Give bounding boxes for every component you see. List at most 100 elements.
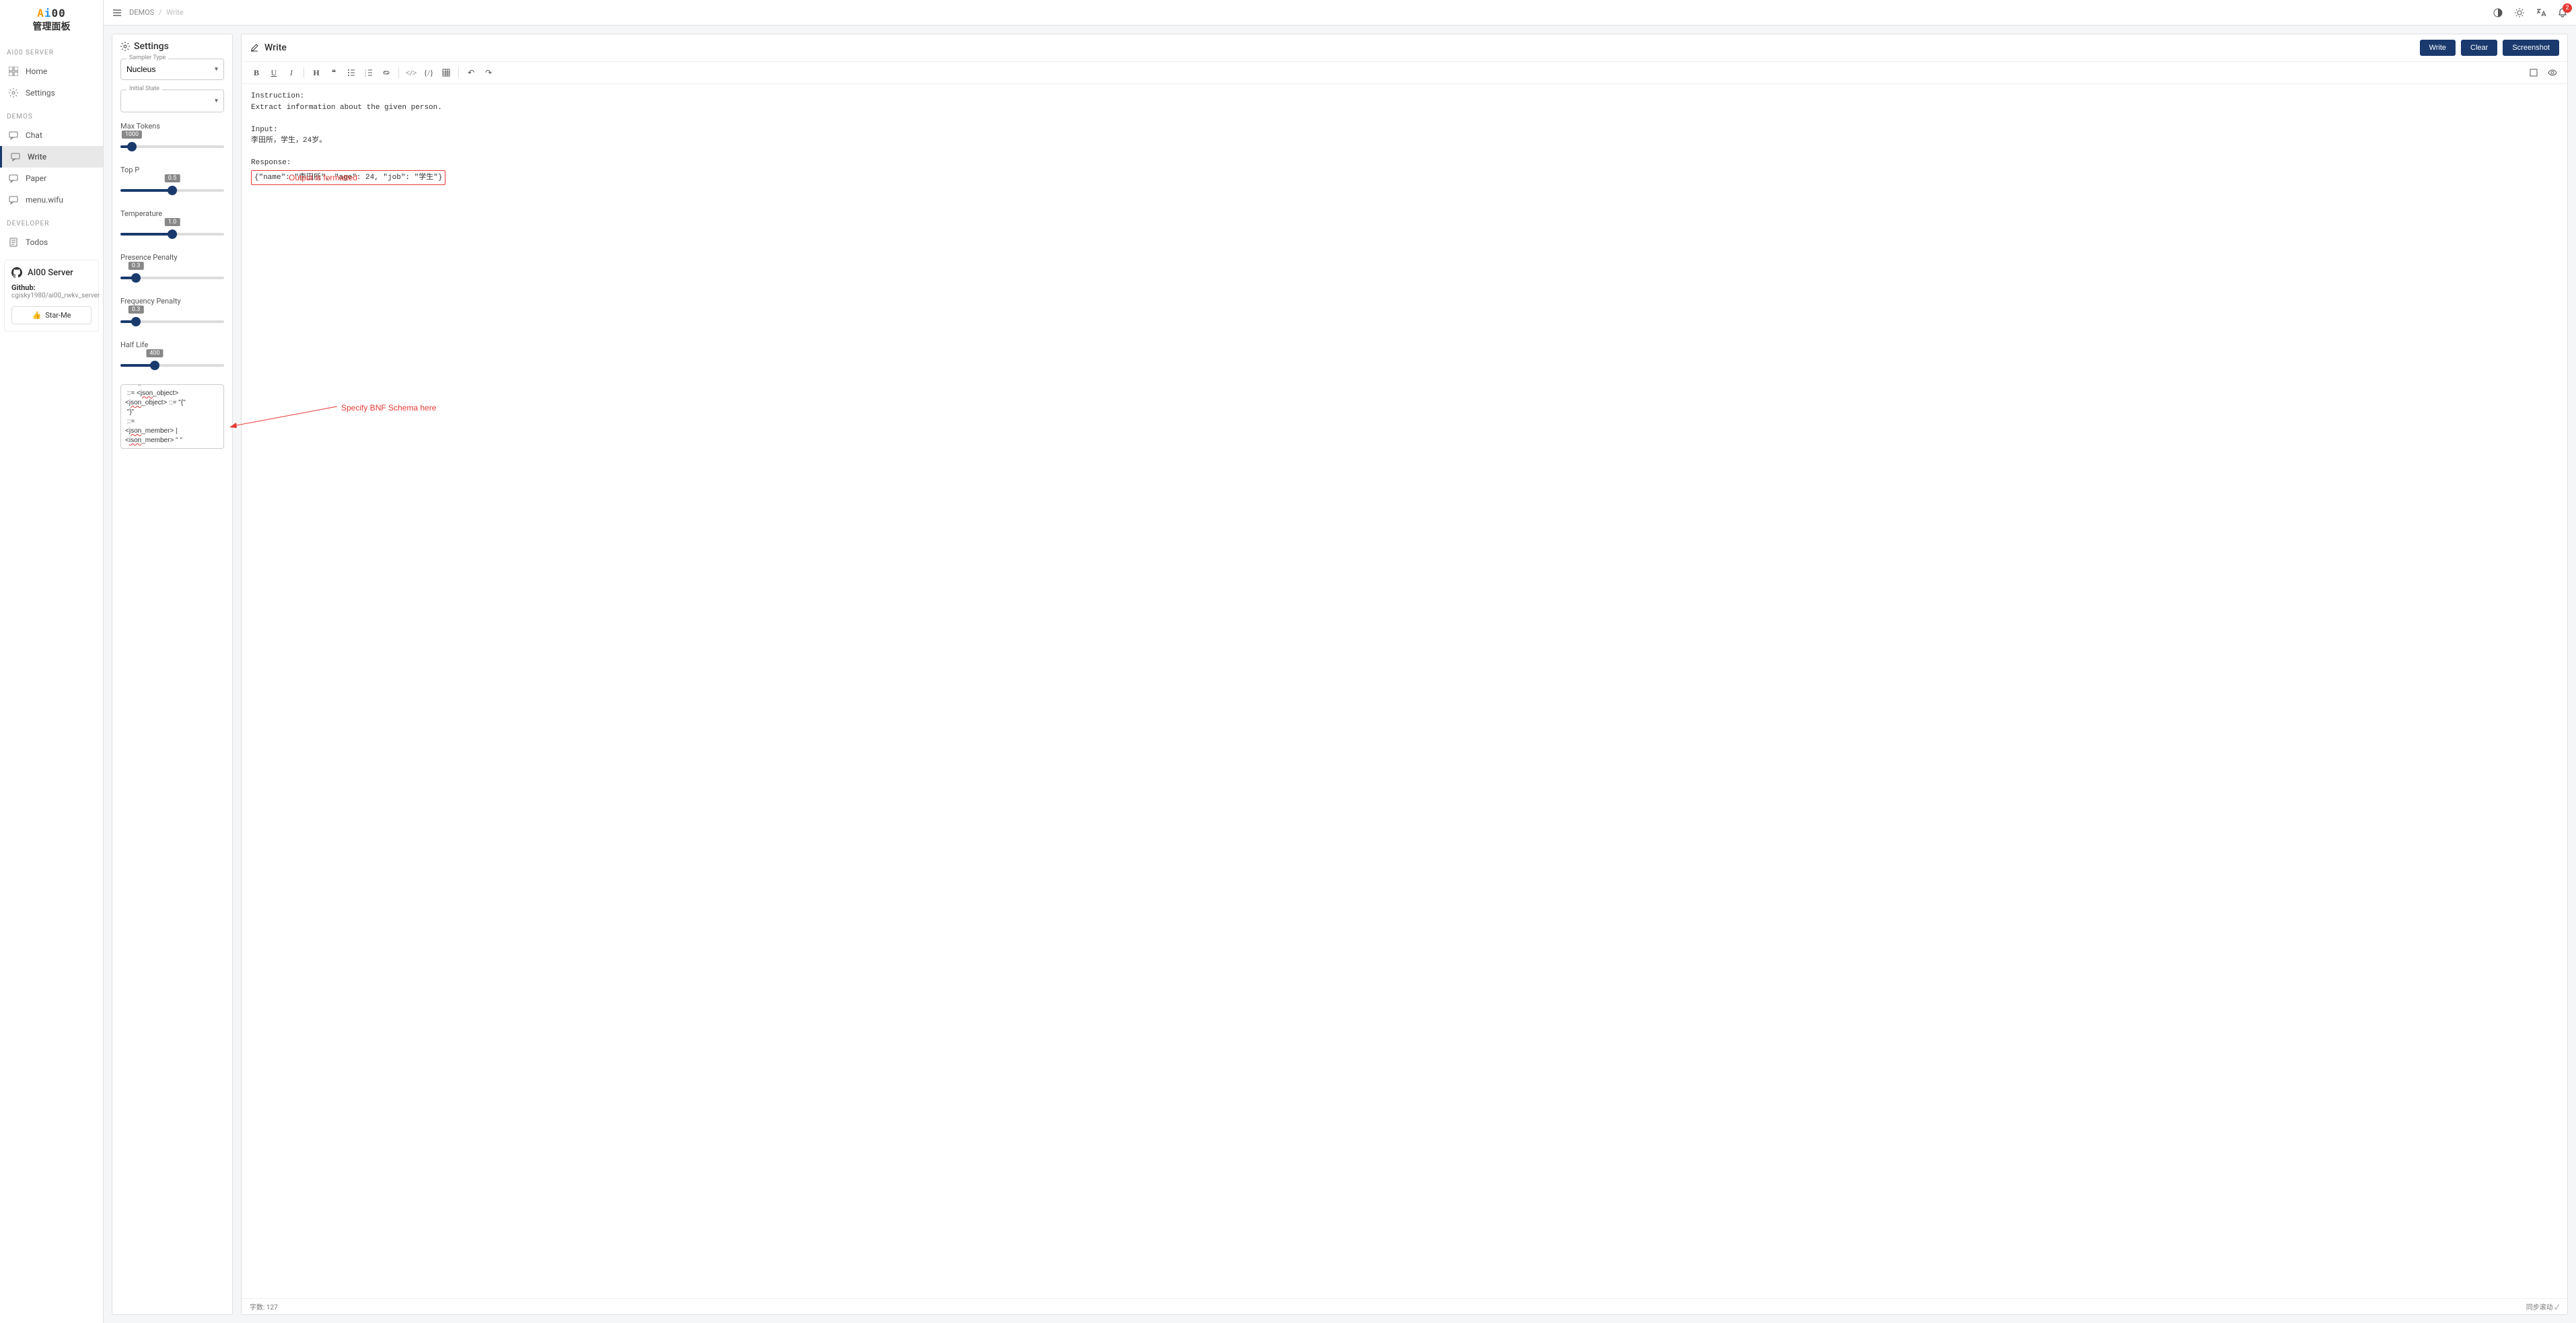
code-icon[interactable]: </> <box>403 65 419 81</box>
initial-state-select[interactable]: Initial State ▾ <box>120 90 224 112</box>
slider-label: Temperature <box>120 209 224 218</box>
link-icon[interactable] <box>378 65 394 81</box>
write-title: Write <box>264 42 287 53</box>
sun-icon[interactable] <box>2514 7 2525 18</box>
github-icon <box>11 267 22 278</box>
sidebar-item-settings[interactable]: Settings <box>0 82 103 104</box>
heading-icon[interactable]: H <box>308 65 324 81</box>
slider-max-tokens: Max Tokens 1000 <box>120 122 224 153</box>
write-button[interactable]: Write <box>2420 40 2456 56</box>
sampler-input[interactable] <box>121 59 223 79</box>
slider-label: Frequency Penalty <box>120 297 224 306</box>
slider-label: Top P <box>120 166 224 174</box>
sidebar-item-chat[interactable]: Chat <box>0 124 103 146</box>
translate-icon[interactable] <box>2536 7 2546 18</box>
slider-track[interactable]: 0.5 <box>120 177 224 197</box>
slider-temperature: Temperature 1.0 <box>120 209 224 241</box>
bold-icon[interactable]: B <box>248 65 264 81</box>
settings-title: Settings <box>134 41 169 52</box>
table-icon[interactable] <box>438 65 454 81</box>
sidebar-section-demos: DEMOS <box>0 109 103 124</box>
gear-icon <box>120 42 130 51</box>
fullscreen-icon[interactable] <box>2526 65 2542 81</box>
sidebar-item-label: Paper <box>26 174 46 183</box>
bnf-schema-field[interactable]: bnf_schema ::= <json_object><json_object… <box>120 384 224 449</box>
breadcrumb: DEMOS / Write <box>129 8 184 17</box>
initial-state-input[interactable] <box>121 90 223 110</box>
annotation-bnf: Specify BNF Schema here <box>341 402 436 414</box>
bell-icon[interactable]: 2 <box>2557 7 2568 18</box>
sidebar-footer: AI00 Server Github: cgisky1980/ai00_rwkv… <box>4 260 99 332</box>
sidebar-item-label: Chat <box>26 131 42 140</box>
sidebar: Ai00 管理面板 AI00 SERVER Home Settings DEMO… <box>0 0 104 1323</box>
thumbs-up-icon: 👍 <box>32 311 41 320</box>
sidebar-item-todos[interactable]: Todos <box>0 231 103 253</box>
settings-panel: Settings Sampler Type ▾ Initial State ▾ … <box>112 34 233 1315</box>
slider-track[interactable]: 1.0 <box>120 221 224 241</box>
italic-icon[interactable]: I <box>283 65 299 81</box>
screenshot-button[interactable]: Screenshot <box>2503 40 2559 56</box>
sync-scroll[interactable]: 同步滚动 ✓ <box>2526 1301 2559 1312</box>
grid-icon <box>8 66 19 77</box>
sidebar-item-wifu[interactable]: menu.wifu <box>0 189 103 211</box>
breadcrumb-root[interactable]: DEMOS <box>129 8 154 17</box>
quote-icon[interactable]: ❝ <box>326 65 342 81</box>
separator <box>458 67 459 78</box>
slider-track[interactable]: 400 <box>120 352 224 372</box>
redo-icon[interactable]: ↷ <box>480 65 497 81</box>
preview-icon[interactable] <box>2544 65 2561 81</box>
slider-track[interactable]: 0.3 <box>120 264 224 285</box>
response-label: Response: <box>251 157 2558 169</box>
slider-label: Max Tokens <box>120 122 224 131</box>
slider-value: 0.3 <box>129 262 144 270</box>
star-label: Star-Me <box>45 311 71 320</box>
sidebar-item-paper[interactable]: Paper <box>0 168 103 189</box>
editor-area[interactable]: Instruction: Extract information about t… <box>242 84 2567 1298</box>
slider-thumb[interactable] <box>131 317 141 326</box>
underline-icon[interactable]: U <box>266 65 282 81</box>
topbar: DEMOS / Write 2 <box>104 0 2576 26</box>
separator <box>398 67 399 78</box>
sidebar-item-label: Write <box>28 152 46 162</box>
edit-icon <box>250 43 259 52</box>
ul-icon[interactable] <box>343 65 359 81</box>
sidebar-item-label: Todos <box>26 238 48 247</box>
undo-icon[interactable]: ↶ <box>463 65 479 81</box>
star-button[interactable]: 👍 Star-Me <box>11 306 92 324</box>
bnf-content[interactable]: ::= <json_object><json_object> ::= "{" "… <box>125 389 219 445</box>
instruction-text: Extract information about the given pers… <box>251 102 2558 114</box>
slider-frequency-penalty: Frequency Penalty 0.3 <box>120 297 224 328</box>
separator <box>303 67 304 78</box>
slider-thumb[interactable] <box>150 361 159 370</box>
slider-value: 1000 <box>122 131 142 139</box>
slider-thumb[interactable] <box>168 229 177 239</box>
slider-half-life: Half Life 400 <box>120 341 224 372</box>
slider-thumb[interactable] <box>131 273 141 283</box>
sidebar-item-write[interactable]: Write <box>0 146 103 168</box>
write-panel: Write Write Clear Screenshot B U I H ❝ 1… <box>241 34 2568 1315</box>
clear-button[interactable]: Clear <box>2461 40 2497 56</box>
breadcrumb-current: Write <box>166 8 183 17</box>
svg-text:3: 3 <box>365 74 366 77</box>
slider-track[interactable]: 1000 <box>120 133 224 153</box>
sampler-type-select[interactable]: Sampler Type ▾ <box>120 59 224 80</box>
editor-toolbar: B U I H ❝ 123 </> {/} ↶ ↷ <box>242 62 2567 84</box>
slider-top-p: Top P 0.5 <box>120 166 224 197</box>
sidebar-section-server: AI00 SERVER <box>0 45 103 61</box>
codeblock-icon[interactable]: {/} <box>421 65 437 81</box>
menu-icon[interactable] <box>112 7 122 18</box>
slider-track[interactable]: 0.3 <box>120 308 224 328</box>
github-path[interactable]: cgisky1980/ai00_rwkv_server <box>11 292 92 299</box>
slider-thumb[interactable] <box>127 142 137 151</box>
chat-icon <box>8 130 19 141</box>
contrast-icon[interactable] <box>2493 7 2503 18</box>
slider-thumb[interactable] <box>168 186 177 195</box>
logo-subtitle: 管理面板 <box>7 20 96 33</box>
logo: Ai00 管理面板 <box>0 0 103 40</box>
editor-footer: 字数: 127 同步滚动 ✓ <box>242 1298 2567 1314</box>
ol-icon[interactable]: 123 <box>361 65 377 81</box>
instruction-label: Instruction: <box>251 91 2558 102</box>
field-label: bnf_schema <box>127 384 165 387</box>
slider-value: 1.0 <box>165 218 180 226</box>
sidebar-item-home[interactable]: Home <box>0 61 103 82</box>
